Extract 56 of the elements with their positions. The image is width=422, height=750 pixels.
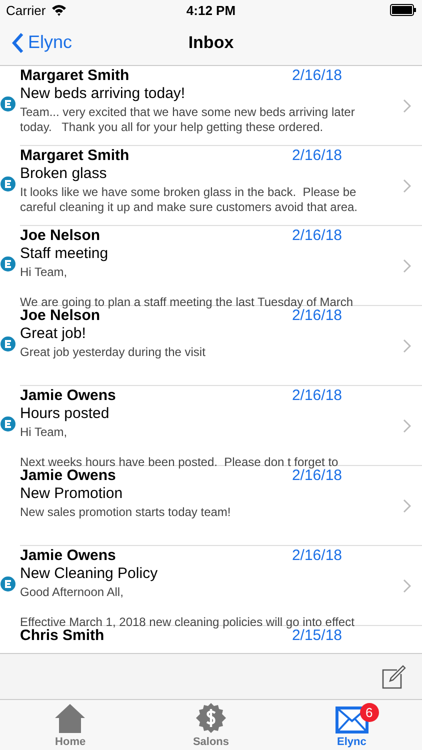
chevron-icon [403, 98, 411, 112]
tab-bar-item[interactable]: Elync 6 [281, 700, 422, 750]
chevron-icon [403, 578, 411, 592]
tab-bar-item[interactable]: Home [0, 700, 141, 750]
message-subject: Hours posted [20, 405, 110, 422]
message-row[interactable]: Jamie Owens 2/16/18 Hours posted Hi Team, Next weeks hours have been posted. Please don t forget to [20, 386, 422, 466]
message-subject: New beds arriving today! [20, 85, 186, 102]
back-button[interactable]: Elync [0, 32, 188, 54]
message-preview: New sales promotion starts today team! [20, 505, 232, 520]
message-date: 2/15/18 [292, 627, 342, 644]
message-subject: New Cleaning Policy [20, 565, 159, 582]
message-preview: Hi Team, We are going to plan a staff meeting the last Tuesday of March [20, 265, 354, 309]
message-row[interactable]: Jamie Owens 2/16/18 New Cleaning Policy Good Afternoon All, Effective March 1, 2018 new cleaning policies will go into effect [20, 546, 422, 626]
message-subject: Broken glass [20, 165, 108, 182]
message-date: 2/16/18 [292, 227, 342, 244]
message-preview: Great job yesterday during the visit [20, 345, 206, 360]
clock-time: 4:12 PM [186, 2, 236, 18]
carrier-label: Carrier [6, 2, 46, 18]
notification-badge: 6 [360, 703, 379, 722]
chevron-icon [403, 178, 411, 192]
message-date: 2/16/18 [292, 387, 342, 404]
message-subject: Staff meeting [20, 245, 110, 262]
chevron-icon [403, 338, 411, 352]
sender-name: Chris Smith [20, 627, 104, 644]
sender-name: Joe Nelson [20, 227, 100, 244]
message-preview: Team... very excited that we have some new beds arriving later today. Thank you all for your help getting these ordered. [20, 105, 356, 135]
compose-icon[interactable] [382, 664, 406, 688]
sender-name: Joe Nelson [20, 307, 100, 324]
message-row[interactable]: Joe Nelson 2/16/18 Staff meeting Hi Team, We are going to plan a staff meeting the last Tuesday of March [20, 226, 422, 306]
message-date: 2/16/18 [292, 67, 342, 84]
sender-name: Jamie Owens [20, 387, 116, 404]
message-date: 2/16/18 [292, 467, 342, 484]
tab-bar-item[interactable]: Salons [140, 700, 282, 750]
screen-title: Inbox [188, 32, 234, 52]
dollar-icon [194, 702, 227, 734]
wifi-icon [50, 4, 67, 16]
chevron-icon [403, 258, 411, 272]
battery-icon [390, 4, 416, 16]
message-subject: New Promotion [20, 485, 124, 502]
chevron-icon [403, 418, 411, 432]
sender-name: Margaret Smith [20, 67, 130, 84]
message-date: 2/16/18 [292, 307, 342, 324]
sender-name: Jamie Owens [20, 547, 116, 564]
message-date: 2/16/18 [292, 147, 342, 164]
message-preview: It looks like we have some broken glass in the back. Please be careful cleaning it up and make sure customers avoid that area. [20, 185, 359, 215]
message-preview: Hi Team, Next weeks hours have been posted. Please don t forget to [20, 425, 340, 469]
sender-name: Margaret Smith [20, 147, 130, 164]
message-date: 2/16/18 [292, 547, 342, 564]
message-row[interactable]: Margaret Smith 2/16/18 Broken glass It looks like we have some broken glass in the back. Please be careful cleaning it up and make sure customers avoid that area. [20, 146, 422, 226]
message-subject: Great job! [20, 325, 87, 342]
message-row[interactable]: Margaret Smith 2/16/18 New beds arriving today! Team... very excited that we have some new beds arriving later today. Thank you all for your help getting these ordered. [20, 66, 422, 146]
message-preview: Good Afternoon All, Effective March 1, 2018 new cleaning policies will go into effect [20, 585, 356, 629]
chevron-icon [403, 498, 411, 512]
sender-name: Jamie Owens [20, 467, 116, 484]
home-icon [54, 702, 86, 734]
back-chevron-icon [12, 32, 24, 54]
